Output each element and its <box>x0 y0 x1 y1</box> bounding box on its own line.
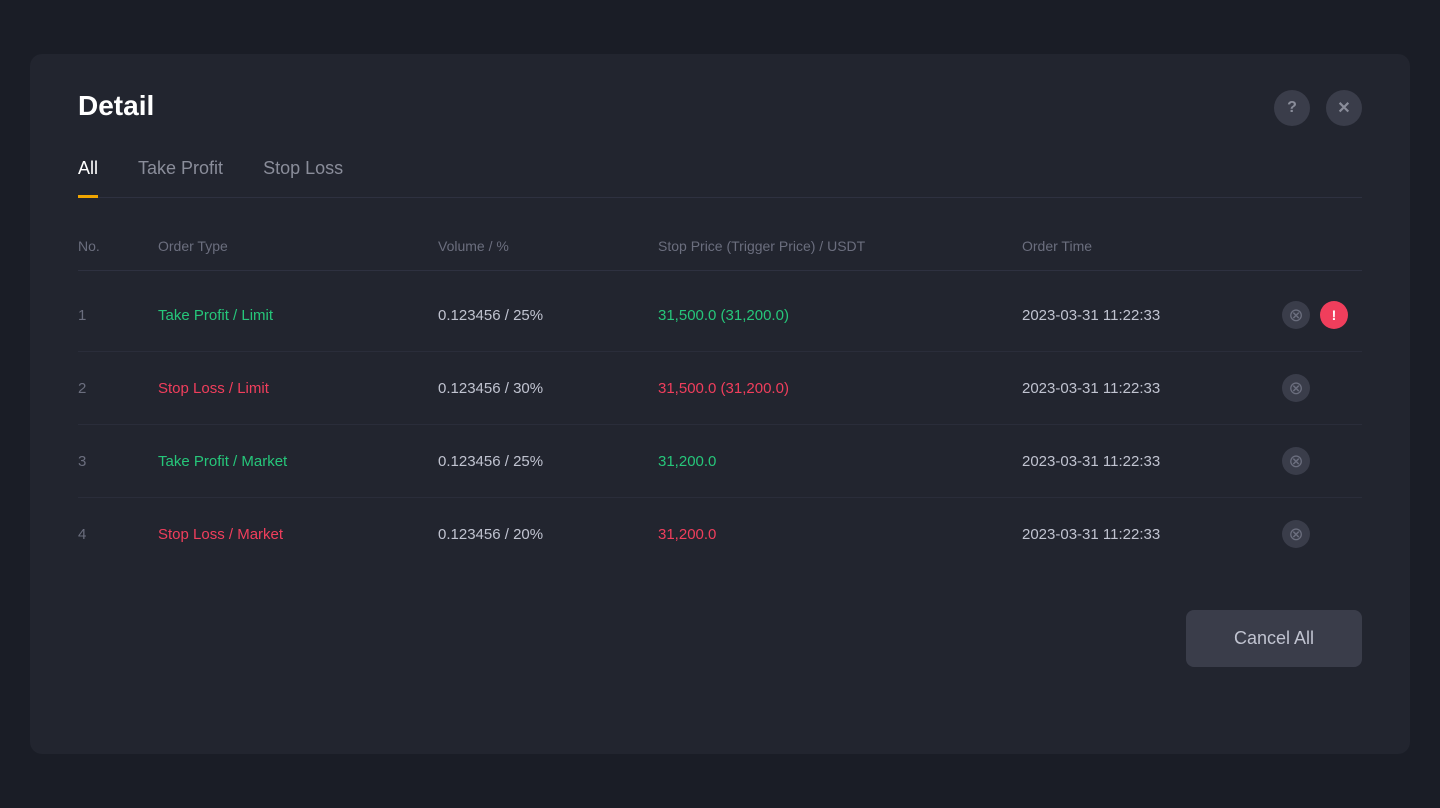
cancel-icon: ⊗ <box>1288 451 1303 472</box>
question-icon: ? <box>1287 99 1297 117</box>
col-header-stop-price: Stop Price (Trigger Price) / USDT <box>658 238 1022 254</box>
col-header-order-type: Order Type <box>158 238 438 254</box>
row-2-order-type: Stop Loss / Limit <box>158 380 438 397</box>
modal-header: Detail ? ✕ <box>78 90 1362 126</box>
row-4-order-type: Stop Loss / Market <box>158 526 438 543</box>
close-icon: ✕ <box>1337 98 1350 118</box>
row-1-number: 1 <box>78 307 158 324</box>
table-row: 3 Take Profit / Market 0.123456 / 25% 31… <box>78 425 1362 498</box>
table-header: No. Order Type Volume / % Stop Price (Tr… <box>78 238 1362 271</box>
cancel-icon: ⊗ <box>1288 378 1303 399</box>
cancel-icon: ⊗ <box>1288 305 1303 326</box>
orders-table: No. Order Type Volume / % Stop Price (Tr… <box>78 238 1362 570</box>
close-button[interactable]: ✕ <box>1326 90 1362 126</box>
row-3-number: 3 <box>78 453 158 470</box>
row-1-actions: ⊗ ! <box>1282 301 1362 329</box>
row-4-volume: 0.123456 / 20% <box>438 526 658 543</box>
row-4-order-time: 2023-03-31 11:22:33 <box>1022 526 1282 543</box>
row-3-order-time: 2023-03-31 11:22:33 <box>1022 453 1282 470</box>
row-3-volume: 0.123456 / 25% <box>438 453 658 470</box>
row-2-cancel-button[interactable]: ⊗ <box>1282 374 1310 402</box>
row-1-order-time: 2023-03-31 11:22:33 <box>1022 307 1282 324</box>
row-2-number: 2 <box>78 380 158 397</box>
col-header-volume: Volume / % <box>438 238 658 254</box>
table-row: 4 Stop Loss / Market 0.123456 / 20% 31,2… <box>78 498 1362 570</box>
row-3-stop-price: 31,200.0 <box>658 453 1022 470</box>
tab-take-profit[interactable]: Take Profit <box>138 158 223 198</box>
warning-icon: ! <box>1332 307 1337 323</box>
row-2-actions: ⊗ <box>1282 374 1362 402</box>
row-2-volume: 0.123456 / 30% <box>438 380 658 397</box>
table-row: 2 Stop Loss / Limit 0.123456 / 30% 31,50… <box>78 352 1362 425</box>
row-3-order-type: Take Profit / Market <box>158 453 438 470</box>
tab-stop-loss[interactable]: Stop Loss <box>263 158 343 198</box>
row-2-order-time: 2023-03-31 11:22:33 <box>1022 380 1282 397</box>
modal-overlay: Detail ? ✕ All Take Profit Stop Loss <box>0 0 1440 808</box>
header-icons: ? ✕ <box>1274 90 1362 126</box>
row-1-warning-button[interactable]: ! <box>1320 301 1348 329</box>
row-1-stop-price: 31,500.0 (31,200.0) <box>658 307 1022 324</box>
help-button[interactable]: ? <box>1274 90 1310 126</box>
row-3-actions: ⊗ <box>1282 447 1362 475</box>
table-row: 1 Take Profit / Limit 0.123456 / 25% 31,… <box>78 279 1362 352</box>
row-1-order-type: Take Profit / Limit <box>158 307 438 324</box>
cancel-all-button[interactable]: Cancel All <box>1186 610 1362 667</box>
row-1-cancel-button[interactable]: ⊗ <box>1282 301 1310 329</box>
row-4-stop-price: 31,200.0 <box>658 526 1022 543</box>
row-3-cancel-button[interactable]: ⊗ <box>1282 447 1310 475</box>
col-header-actions <box>1282 238 1362 254</box>
col-header-no: No. <box>78 238 158 254</box>
row-4-number: 4 <box>78 526 158 543</box>
cancel-icon: ⊗ <box>1288 524 1303 545</box>
col-header-order-time: Order Time <box>1022 238 1282 254</box>
tab-all[interactable]: All <box>78 158 98 198</box>
tab-bar: All Take Profit Stop Loss <box>78 158 1362 198</box>
modal-title: Detail <box>78 90 154 122</box>
row-4-cancel-button[interactable]: ⊗ <box>1282 520 1310 548</box>
modal-container: Detail ? ✕ All Take Profit Stop Loss <box>30 54 1410 754</box>
row-4-actions: ⊗ <box>1282 520 1362 548</box>
modal-footer: Cancel All <box>78 610 1362 667</box>
row-1-volume: 0.123456 / 25% <box>438 307 658 324</box>
row-2-stop-price: 31,500.0 (31,200.0) <box>658 380 1022 397</box>
